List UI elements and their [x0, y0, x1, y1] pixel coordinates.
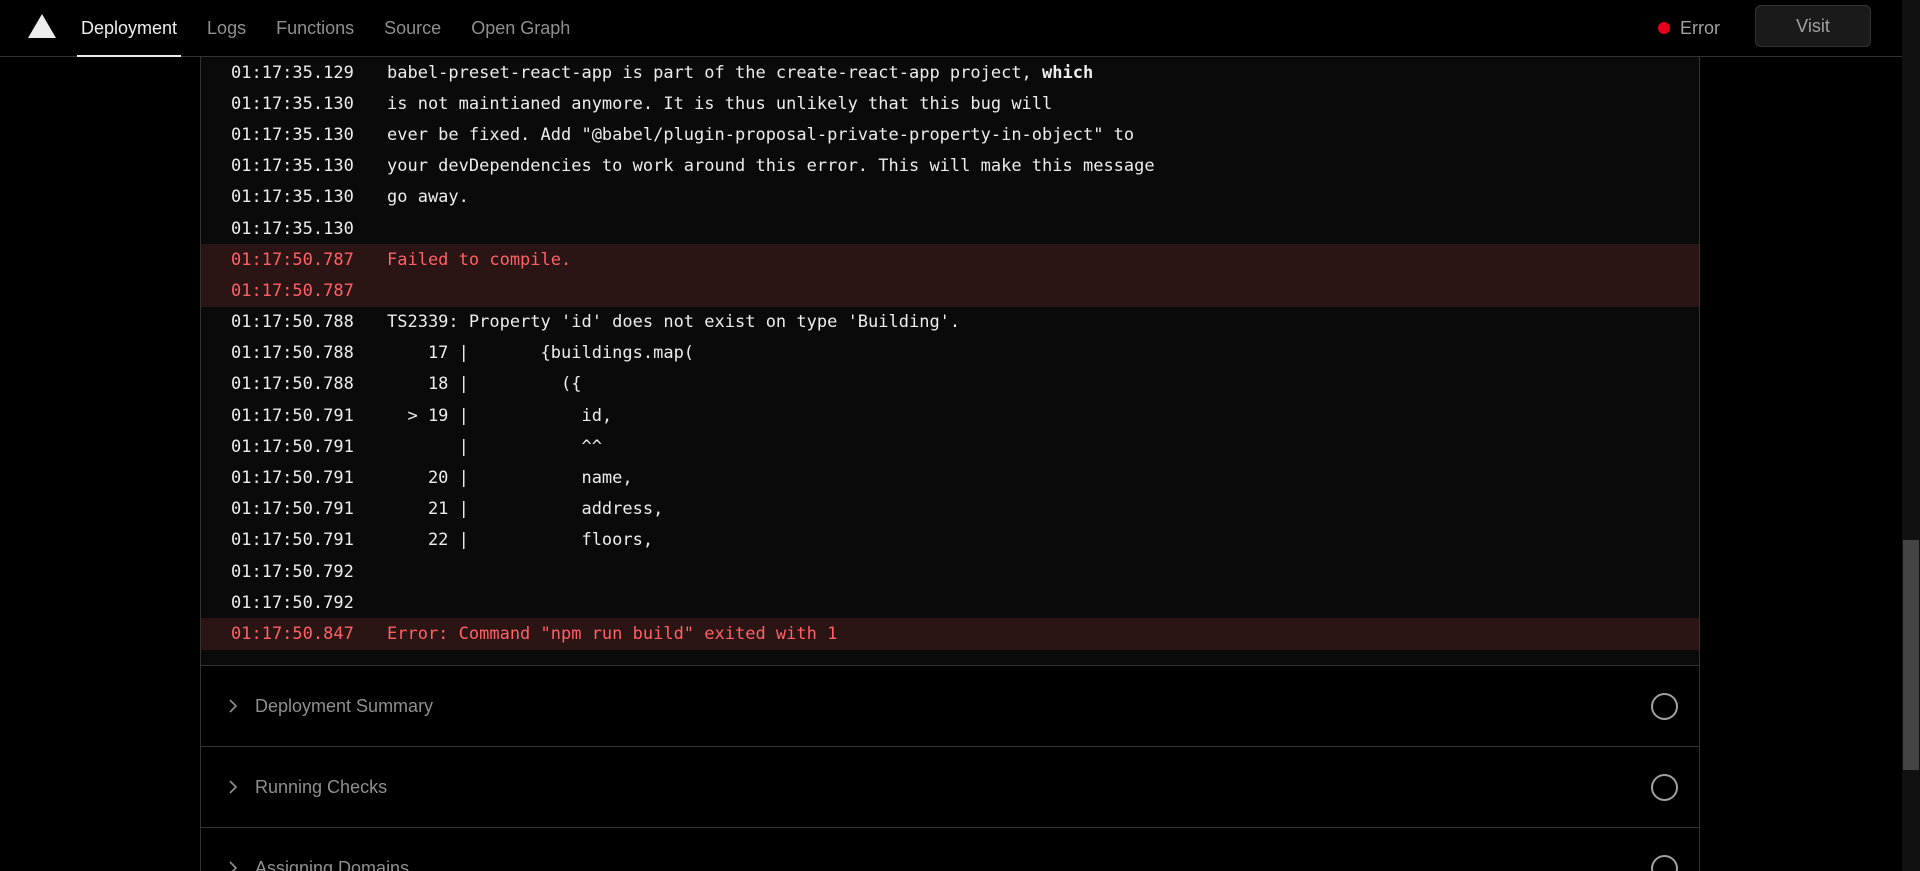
log-line: 01:17:35.130 is not maintianed anymore. I…: [201, 88, 1699, 119]
deployment-status: Error: [1658, 14, 1720, 42]
log-message: 20 | name,: [387, 468, 633, 488]
log-message: TS2339: Property 'id' does not exist on …: [387, 312, 960, 332]
log-message: > 19 | id,: [387, 406, 612, 426]
deployment-panel: 01:17:35.129 babel-preset-react-app is pa…: [200, 57, 1700, 871]
pending-circle-icon: [1651, 854, 1678, 871]
tab-source[interactable]: Source: [369, 0, 456, 57]
log-line: 01:17:50.791 | ^^: [201, 431, 1699, 462]
log-message: is not maintianed anymore. It is thus un…: [387, 94, 1052, 114]
log-message-text: 21 | address,: [387, 499, 664, 520]
log-timestamp: 01:17:35.129: [231, 62, 354, 83]
log-line: 01:17:35.129 babel-preset-react-app is pa…: [201, 57, 1699, 88]
status-label: Error: [1680, 17, 1720, 38]
log-timestamp: 01:17:35.130: [231, 187, 354, 208]
tab-functions[interactable]: Functions: [261, 0, 369, 57]
visit-button[interactable]: Visit: [1755, 5, 1871, 47]
log-timestamp: 01:17:50.788: [231, 374, 354, 395]
log-timestamp: 01:17:50.791: [231, 436, 354, 457]
log-line: 01:17:50.791 22 | floors,: [201, 525, 1699, 556]
deployment-tabs: Deployment Logs Functions Source Open Gr…: [66, 0, 585, 57]
log-line: 01:17:50.788 17 | {buildings.map(: [201, 338, 1699, 369]
log-line: 01:17:50.791 20 | name,: [201, 462, 1699, 493]
log-line: 01:17:35.130: [201, 213, 1699, 244]
section-running-checks[interactable]: Running Checks: [201, 746, 1699, 827]
log-message: go away.: [387, 187, 469, 207]
log-line: 01:17:50.792: [201, 556, 1699, 587]
log-message-text: | ^^: [387, 436, 602, 457]
chevron-right-icon: [229, 861, 238, 871]
chevron-right-icon: [229, 699, 238, 713]
log-timestamp: 01:17:35.130: [231, 218, 354, 239]
section-title: Running Checks: [255, 776, 388, 797]
log-message: babel-preset-react-app is part of the cr…: [387, 63, 1093, 83]
log-message-text: > 19 | id,: [387, 405, 613, 426]
log-line-error: 01:17:50.787 Failed to compile.: [201, 244, 1699, 276]
log-timestamp: 01:17:35.130: [231, 156, 354, 177]
log-message: Failed to compile.: [387, 250, 571, 270]
log-timestamp: 01:17:50.788: [231, 312, 354, 333]
chevron-right-icon: [229, 780, 238, 794]
vercel-logo-icon[interactable]: [28, 14, 56, 38]
pending-circle-icon: [1651, 692, 1678, 720]
tab-logs[interactable]: Logs: [192, 0, 261, 57]
log-line: 01:17:50.791 21 | address,: [201, 494, 1699, 525]
log-message-text: go away.: [387, 187, 469, 208]
log-line: 01:17:50.792: [201, 587, 1699, 618]
top-navigation-bar: Deployment Logs Functions Source Open Gr…: [0, 0, 1902, 57]
log-message: 18 | ({: [387, 374, 582, 395]
log-message: your devDependencies to work around this…: [387, 156, 1155, 176]
log-message-text: Error: Command "npm run build" exited wi…: [387, 623, 838, 644]
log-timestamp: 01:17:50.792: [231, 561, 354, 582]
log-timestamp: 01:17:50.847: [231, 623, 354, 644]
log-message-text: 17 | {buildings.map(: [387, 343, 695, 364]
log-line: 01:17:35.130 ever be fixed. Add "@babel/p…: [201, 119, 1699, 150]
log-timestamp: 01:17:50.791: [231, 499, 354, 520]
log-message: 22 | floors,: [387, 530, 653, 550]
log-message: | ^^: [387, 437, 602, 457]
log-line-error: 01:17:50.787: [201, 275, 1699, 307]
log-message-text: TS2339: Property 'id' does not exist on …: [387, 312, 961, 333]
log-message-text: 22 | floors,: [387, 530, 654, 551]
log-message-text: babel-preset-react-app is part of the cr…: [387, 62, 1043, 83]
log-timestamp: 01:17:50.791: [231, 405, 354, 426]
log-line: 01:17:50.788 TS2339: Property 'id' does n…: [201, 307, 1699, 338]
scrollbar-thumb[interactable]: [1903, 540, 1919, 770]
log-timestamp: 01:17:35.130: [231, 93, 354, 114]
log-timestamp: 01:17:35.130: [231, 124, 354, 145]
log-message: 17 | {buildings.map(: [387, 343, 694, 363]
log-timestamp: 01:17:50.791: [231, 530, 354, 551]
log-line: 01:17:35.130 your devDependencies to work…: [201, 151, 1699, 182]
log-timestamp: 01:17:50.787: [231, 280, 354, 301]
section-assigning-domains[interactable]: Assigning Domains: [201, 827, 1699, 871]
log-message: 21 | address,: [387, 499, 663, 519]
section-title: Deployment Summary: [255, 695, 434, 716]
log-timestamp: 01:17:50.792: [231, 592, 354, 613]
log-message-text: is not maintianed anymore. It is thus un…: [387, 93, 1053, 114]
section-deployment-summary[interactable]: Deployment Summary: [201, 665, 1699, 746]
error-status-dot-icon: [1658, 22, 1670, 34]
log-line-error: 01:17:50.847 Error: Command "npm run buil…: [201, 618, 1699, 650]
log-timestamp: 01:17:50.791: [231, 468, 354, 489]
tab-open-graph[interactable]: Open Graph: [456, 0, 585, 57]
log-message-text: ever be fixed. Add "@babel/plugin-propos…: [387, 124, 1135, 145]
log-line: 01:17:35.130 go away.: [201, 182, 1699, 213]
log-line: 01:17:50.788 18 | ({: [201, 369, 1699, 400]
section-title: Assigning Domains: [255, 857, 410, 871]
log-message: Error: Command "npm run build" exited wi…: [387, 624, 837, 644]
log-message: ever be fixed. Add "@babel/plugin-propos…: [387, 125, 1134, 145]
log-message-text: 18 | ({: [387, 374, 582, 395]
log-message-text: Failed to compile.: [387, 249, 572, 270]
log-message-text: your devDependencies to work around this…: [387, 156, 1155, 177]
log-message-text: 20 | name,: [387, 468, 633, 489]
pending-circle-icon: [1651, 773, 1678, 801]
build-logs: 01:17:35.129 babel-preset-react-app is pa…: [201, 57, 1699, 665]
tab-deployment[interactable]: Deployment: [66, 0, 192, 57]
log-timestamp: 01:17:50.788: [231, 343, 354, 364]
log-message-bold: which: [1042, 62, 1094, 83]
log-timestamp: 01:17:50.787: [231, 249, 354, 270]
log-line: 01:17:50.791 > 19 | id,: [201, 400, 1699, 431]
